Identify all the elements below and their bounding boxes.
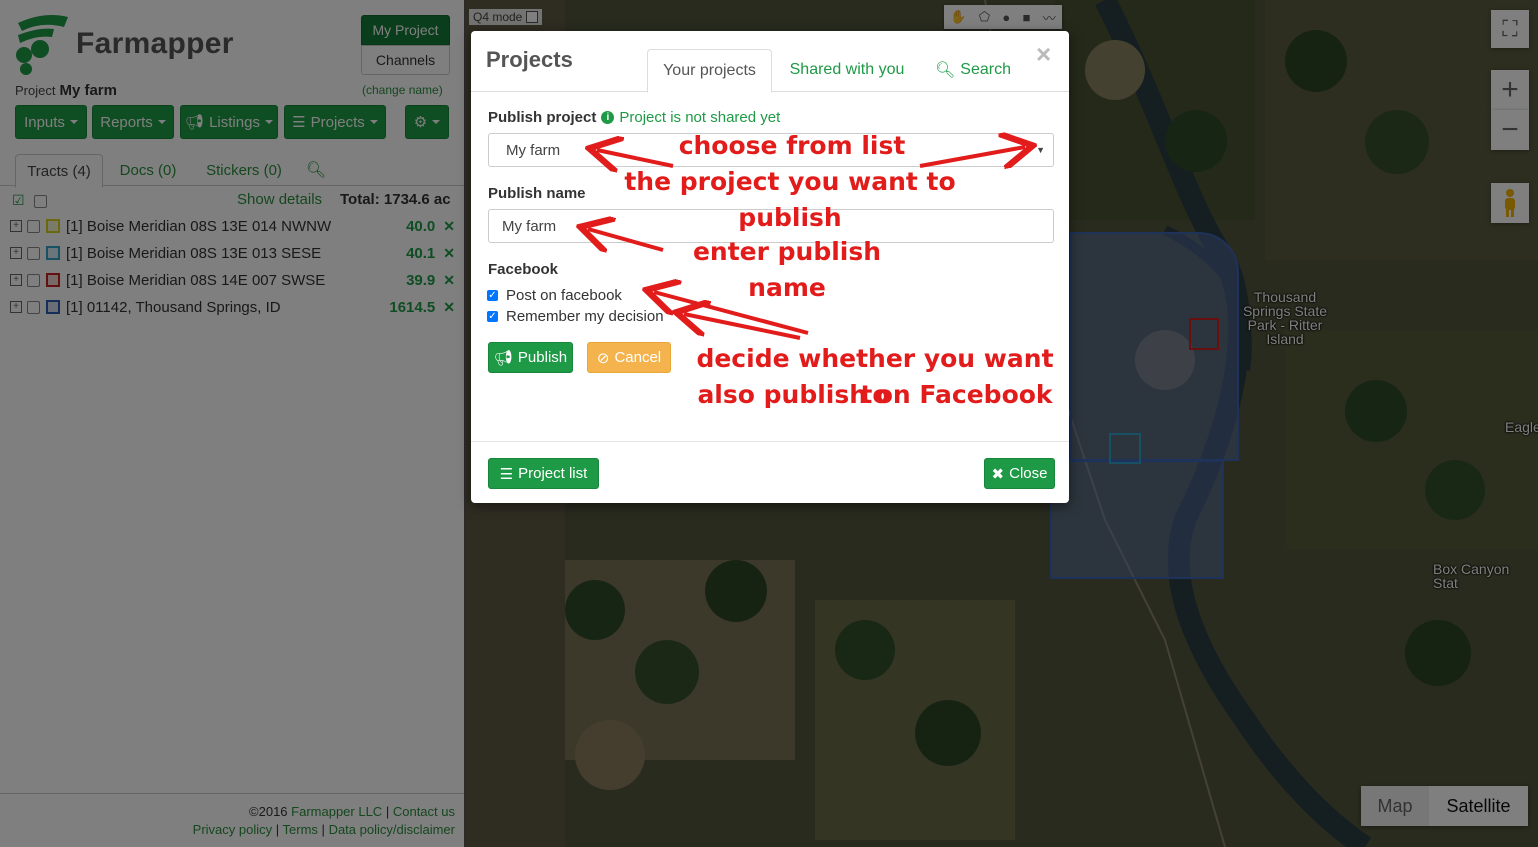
annotation-choose-line2: the project you want to publish <box>624 167 956 232</box>
annotation-facebook-line2: also publish on Facebook <box>697 380 1053 409</box>
annotation-enter-name: enter publish name <box>692 237 882 302</box>
annotation-choose-line1: choose from list <box>678 131 906 160</box>
